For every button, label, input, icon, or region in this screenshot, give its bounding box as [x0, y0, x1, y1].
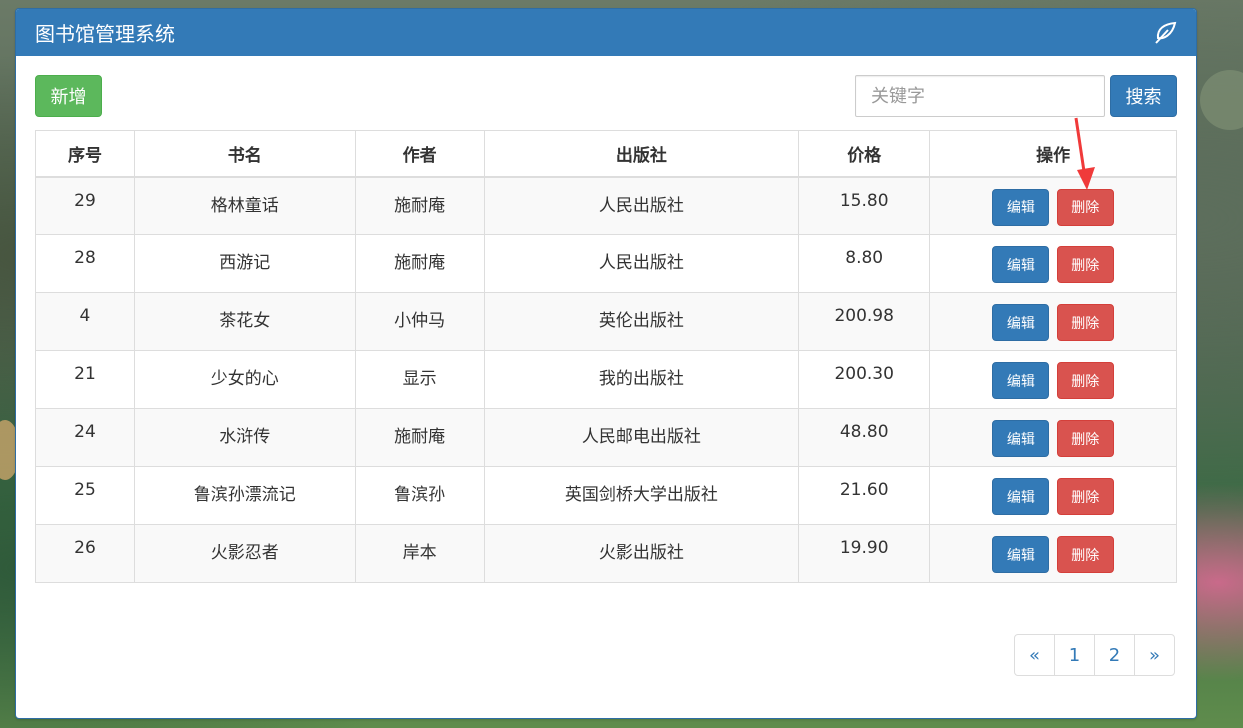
cell-price: 15.80: [798, 176, 931, 235]
cell-ops: 编辑 删除: [929, 234, 1177, 293]
cell-price: 48.80: [798, 408, 931, 467]
cell-id: 25: [35, 466, 135, 525]
cell-ops: 编辑 删除: [929, 292, 1177, 351]
book-table: 序号 书名 作者 出版社 价格 操作 29 格林童话 施耐庵 人民出版社 15.…: [35, 130, 1177, 583]
delete-button[interactable]: 删除: [1056, 188, 1114, 226]
edit-button[interactable]: 编辑: [992, 246, 1050, 283]
table-row: 26 火影忍者 岸本 火影出版社 19.90 编辑 删除: [35, 524, 1177, 583]
page-prev-button[interactable]: «: [1014, 634, 1055, 676]
cell-name: 水浒传: [133, 408, 356, 467]
page-next-button[interactable]: »: [1134, 634, 1175, 676]
cell-ops: 编辑 删除: [929, 524, 1177, 583]
table-header-row: 序号 书名 作者 出版社 价格 操作: [35, 130, 1177, 178]
cell-name: 格林童话: [133, 176, 356, 235]
cell-name: 火影忍者: [133, 524, 356, 583]
table-row: 4 茶花女 小仲马 英伦出版社 200.98 编辑 删除: [35, 292, 1177, 351]
cell-author: 施耐庵: [354, 176, 485, 235]
edit-button[interactable]: 编辑: [992, 420, 1050, 457]
cell-author: 小仲马: [354, 292, 485, 351]
table-row: 24 水浒传 施耐庵 人民邮电出版社 48.80 编辑 删除: [35, 408, 1177, 467]
cell-ops: 编辑 删除: [929, 408, 1177, 467]
cell-id: 26: [35, 524, 135, 583]
column-header-price: 价格: [798, 130, 931, 178]
cell-price: 200.98: [798, 292, 931, 351]
page-1-button[interactable]: 1: [1054, 634, 1095, 676]
table-row: 21 少女的心 显示 我的出版社 200.30 编辑 删除: [35, 350, 1177, 409]
cell-id: 4: [35, 292, 135, 351]
background-decoration: [1200, 70, 1243, 130]
cell-id: 24: [35, 408, 135, 467]
toolbar: 新增 搜索: [35, 75, 1177, 117]
column-header-ops: 操作: [929, 130, 1177, 178]
cell-ops: 编辑 删除: [929, 350, 1177, 409]
cell-name: 鲁滨孙漂流记: [133, 466, 356, 525]
cell-ops: 编辑 删除: [929, 466, 1177, 525]
cell-name: 茶花女: [133, 292, 356, 351]
edit-button[interactable]: 编辑: [992, 304, 1050, 341]
cell-price: 19.90: [798, 524, 931, 583]
edit-button[interactable]: 编辑: [992, 536, 1050, 573]
panel-header: 图书馆管理系统: [16, 9, 1196, 56]
cell-id: 21: [35, 350, 135, 409]
app-title: 图书馆管理系统: [35, 22, 175, 46]
delete-button[interactable]: 删除: [1056, 362, 1114, 399]
search-button[interactable]: 搜索: [1110, 75, 1177, 117]
cell-publisher: 人民出版社: [483, 234, 800, 293]
cell-price: 21.60: [798, 466, 931, 525]
cell-ops: 编辑 删除: [929, 176, 1177, 235]
cell-price: 200.30: [798, 350, 931, 409]
cell-author: 施耐庵: [354, 408, 485, 467]
page-2-button[interactable]: 2: [1094, 634, 1135, 676]
edit-button[interactable]: 编辑: [992, 478, 1050, 515]
delete-button[interactable]: 删除: [1056, 304, 1114, 341]
cell-id: 29: [35, 176, 135, 235]
cell-publisher: 人民邮电出版社: [483, 408, 800, 467]
cell-publisher: 火影出版社: [483, 524, 800, 583]
cell-publisher: 英国剑桥大学出版社: [483, 466, 800, 525]
cell-price: 8.80: [798, 234, 931, 293]
cell-author: 鲁滨孙: [354, 466, 485, 525]
cell-publisher: 英伦出版社: [483, 292, 800, 351]
cell-author: 岸本: [354, 524, 485, 583]
delete-button[interactable]: 删除: [1056, 536, 1114, 573]
edit-button[interactable]: 编辑: [992, 188, 1050, 226]
cell-name: 西游记: [133, 234, 356, 293]
column-header-name: 书名: [133, 130, 356, 178]
edit-button[interactable]: 编辑: [992, 362, 1050, 399]
table-row: 25 鲁滨孙漂流记 鲁滨孙 英国剑桥大学出版社 21.60 编辑 删除: [35, 466, 1177, 525]
table-row: 28 西游记 施耐庵 人民出版社 8.80 编辑 删除: [35, 234, 1177, 293]
cell-publisher: 人民出版社: [483, 176, 800, 235]
cell-author: 显示: [354, 350, 485, 409]
cell-publisher: 我的出版社: [483, 350, 800, 409]
column-header-id: 序号: [35, 130, 135, 178]
cell-id: 28: [35, 234, 135, 293]
column-header-author: 作者: [354, 130, 485, 178]
main-panel: 图书馆管理系统 新增 搜索 序号 书名 作者 出版社 价格 操作 29: [15, 8, 1197, 719]
delete-button[interactable]: 删除: [1056, 246, 1114, 283]
add-button[interactable]: 新增: [35, 75, 102, 117]
table-row: 29 格林童话 施耐庵 人民出版社 15.80 编辑 删除: [35, 176, 1177, 235]
column-header-publisher: 出版社: [483, 130, 800, 178]
delete-button[interactable]: 删除: [1056, 420, 1114, 457]
delete-button[interactable]: 删除: [1056, 478, 1114, 515]
search-input[interactable]: [855, 75, 1105, 117]
leaf-icon: [1154, 21, 1178, 45]
cell-author: 施耐庵: [354, 234, 485, 293]
cell-name: 少女的心: [133, 350, 356, 409]
pagination: « 1 2 »: [1014, 634, 1175, 676]
